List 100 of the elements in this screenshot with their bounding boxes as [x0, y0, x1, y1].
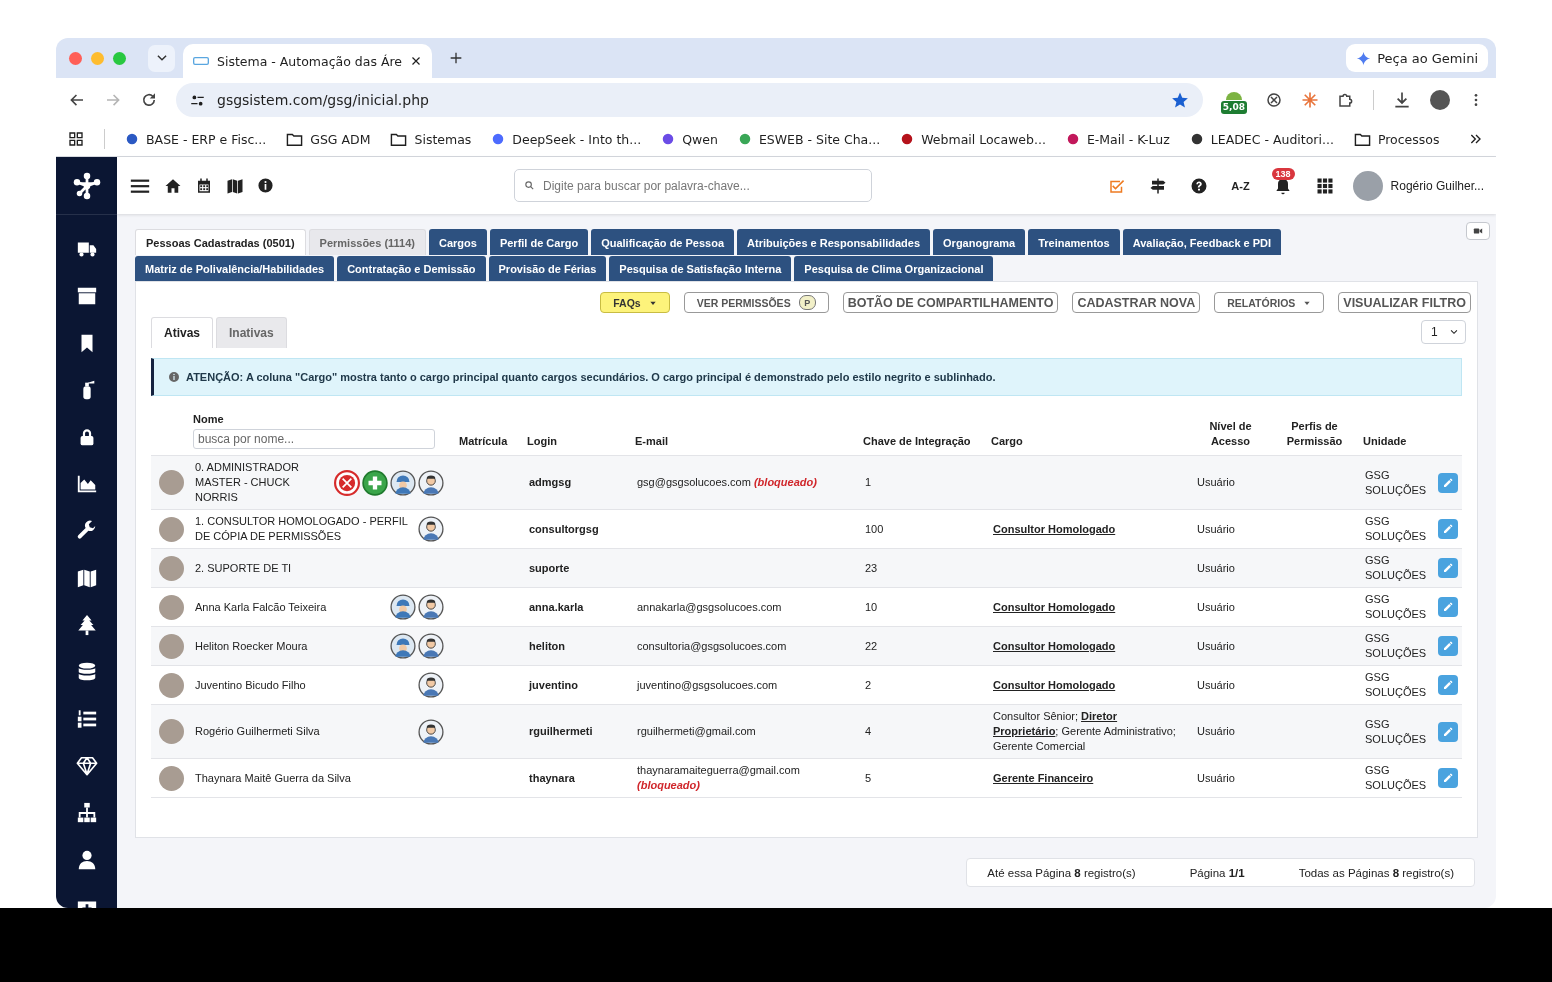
action-button[interactable]: VISUALIZAR FILTRO	[1338, 292, 1471, 313]
consultant-badge-icon	[418, 672, 444, 698]
access-level-cell: Usuário	[1189, 455, 1272, 510]
bookmark-item[interactable]: GSG ADM	[286, 130, 371, 148]
column-header: Matrícula	[453, 408, 521, 456]
tab[interactable]: Pesquisa de Clima Organizacional	[794, 256, 994, 281]
user-avatar	[1352, 170, 1383, 201]
browser-tab[interactable]: Sistema - Automação das Áre	[183, 44, 432, 78]
edit-button[interactable]	[1438, 675, 1458, 695]
tab[interactable]: Qualificação de Pessoa	[591, 229, 735, 255]
tab[interactable]: Perfil de Cargo	[489, 229, 589, 255]
page-select[interactable]: 1	[1421, 320, 1466, 344]
org-chart-icon[interactable]	[75, 801, 98, 825]
unit-cell: GSG SOLUÇÕES	[1357, 758, 1430, 798]
user-menu[interactable]: Rogério Guilher...	[1352, 170, 1484, 201]
pine-tree-icon[interactable]	[75, 613, 98, 637]
user-avatar	[159, 672, 184, 698]
login-cell: rguilhermeti	[521, 704, 629, 759]
tab[interactable]: Organograma	[933, 229, 1026, 255]
star-icon[interactable]	[1170, 91, 1189, 109]
bookmark-item[interactable]: Webmail Locaweb...	[900, 131, 1046, 147]
tab[interactable]: Atribuições e Responsabilidades	[737, 229, 931, 255]
person-name: Juventino Bicudo Filho	[195, 677, 307, 693]
close-icon[interactable]	[410, 55, 422, 67]
search-field[interactable]: Digite para buscar por palavra-chave...	[514, 169, 872, 202]
pencil-icon	[1442, 476, 1454, 489]
edit-button[interactable]	[1438, 721, 1458, 742]
key-cell: 10	[857, 587, 985, 627]
tab[interactable]: Treinamentos	[1028, 229, 1120, 255]
notice-text: ATENÇÃO: A coluna "Cargo" mostra tanto o cargo principal quanto cargos secundários. O cargo principal é demonstrado pelo estilo negrito e sublinhado.	[186, 371, 996, 383]
permissions-button[interactable]: VER PERMISSÕES P	[683, 292, 829, 313]
tab-search-button[interactable]	[148, 44, 175, 72]
consultant-badge-icon	[418, 718, 444, 745]
bookmark-item[interactable]: BASE - ERP e Fisc...	[125, 131, 267, 147]
unit-cell: GSG SOLUÇÕES	[1357, 455, 1430, 510]
bookmark-item[interactable]: LEADEC - Auditori...	[1189, 131, 1334, 147]
map-icon[interactable]	[226, 176, 244, 195]
edit-button[interactable]	[1438, 558, 1458, 578]
tab[interactable]: Pesquisa de Satisfação Interna	[609, 256, 792, 281]
calendar-icon[interactable]	[195, 176, 213, 195]
tab[interactable]: Avaliação, Feedback e PDI	[1122, 229, 1282, 255]
reports-button[interactable]: RELATÓRIOS	[1214, 292, 1325, 313]
access-level-cell: Usuário	[1189, 548, 1272, 588]
asterisk-icon[interactable]	[1301, 91, 1319, 109]
helmet-worker-badge-icon	[390, 594, 416, 620]
bookmark-item[interactable]: ESWEB - Site Cha...	[737, 131, 881, 147]
profile-avatar[interactable]	[1430, 90, 1450, 110]
name-filter-field[interactable]: busca por nome...	[193, 429, 435, 449]
tab[interactable]: Provisão de Férias	[488, 256, 607, 281]
numbered-list-icon[interactable]	[75, 707, 98, 731]
fire-brigade-badge-icon	[334, 469, 360, 496]
faq-button[interactable]: FAQs	[600, 292, 670, 313]
video-button[interactable]	[1466, 222, 1490, 240]
column-header: Perfis de Permissão	[1272, 408, 1357, 456]
bookmark-item[interactable]: Sistemas	[390, 130, 472, 148]
help-icon[interactable]	[1190, 176, 1209, 195]
tab[interactable]: Contratação e Demissão	[337, 256, 486, 281]
tab[interactable]: Matriz de Polivalência/Habilidades	[135, 256, 335, 281]
pencil-icon	[1442, 523, 1454, 535]
tab[interactable]: Permissões (1114)	[308, 229, 426, 255]
edit-button[interactable]	[1438, 519, 1458, 539]
user-avatar	[159, 516, 184, 542]
signpost-icon[interactable]	[1149, 176, 1168, 195]
edit-button[interactable]	[1438, 597, 1458, 617]
access-level-cell: Usuário	[1189, 509, 1272, 549]
diamond-icon[interactable]	[75, 754, 98, 778]
action-button[interactable]: CADASTRAR NOVA	[1072, 292, 1201, 313]
plus-icon[interactable]	[448, 50, 464, 66]
download-icon[interactable]	[1392, 90, 1412, 110]
reload-icon[interactable]	[140, 91, 158, 109]
apps-grid-icon[interactable]	[68, 131, 84, 147]
notifications-button[interactable]: 138	[1272, 167, 1293, 196]
key-cell: 5	[857, 758, 985, 798]
address-bar[interactable]: gsgsistem.com/gsg/inicial.php	[176, 83, 1203, 117]
apps-grid-icon[interactable]	[1315, 176, 1334, 195]
status-tab[interactable]: Ativas	[151, 317, 214, 348]
puzzle-icon[interactable]	[1337, 91, 1355, 109]
status-tab[interactable]: Inativas	[216, 317, 287, 348]
job-title-text: Gerente Financeiro	[993, 771, 1094, 784]
alphabetical-button[interactable]: A-Z	[1231, 179, 1250, 192]
chevron-down-icon	[1449, 327, 1459, 337]
bookmark-item[interactable]: Qwen	[661, 131, 718, 147]
tab[interactable]: Pessoas Cadastradas (0501)	[135, 229, 306, 255]
bookmark-item[interactable]: DeepSeek - Into th...	[491, 131, 642, 147]
info-icon[interactable]	[257, 177, 274, 194]
user-avatar	[159, 633, 184, 659]
column-header: Chave de Integração	[857, 408, 985, 456]
bookmark-item[interactable]: E-Mail - K-Luz	[1065, 131, 1170, 147]
column-header: Nome	[193, 413, 224, 425]
network-logo-icon[interactable]	[71, 170, 102, 201]
edit-button[interactable]	[1438, 472, 1458, 493]
edit-button[interactable]	[1438, 768, 1458, 788]
bookmark-item[interactable]: Processos	[1353, 130, 1440, 148]
tab[interactable]: Cargos	[429, 229, 487, 255]
gemini-button[interactable]: Peça ao Gemini	[1346, 44, 1488, 72]
key-cell: 2	[857, 665, 985, 705]
person-name: Rogério Guilhermeti Silva	[195, 724, 321, 739]
action-button[interactable]: BOTÃO DE COMPARTILHAMENTO	[842, 292, 1059, 313]
edit-button[interactable]	[1438, 636, 1458, 656]
login-cell: consultorgsg	[521, 509, 629, 549]
